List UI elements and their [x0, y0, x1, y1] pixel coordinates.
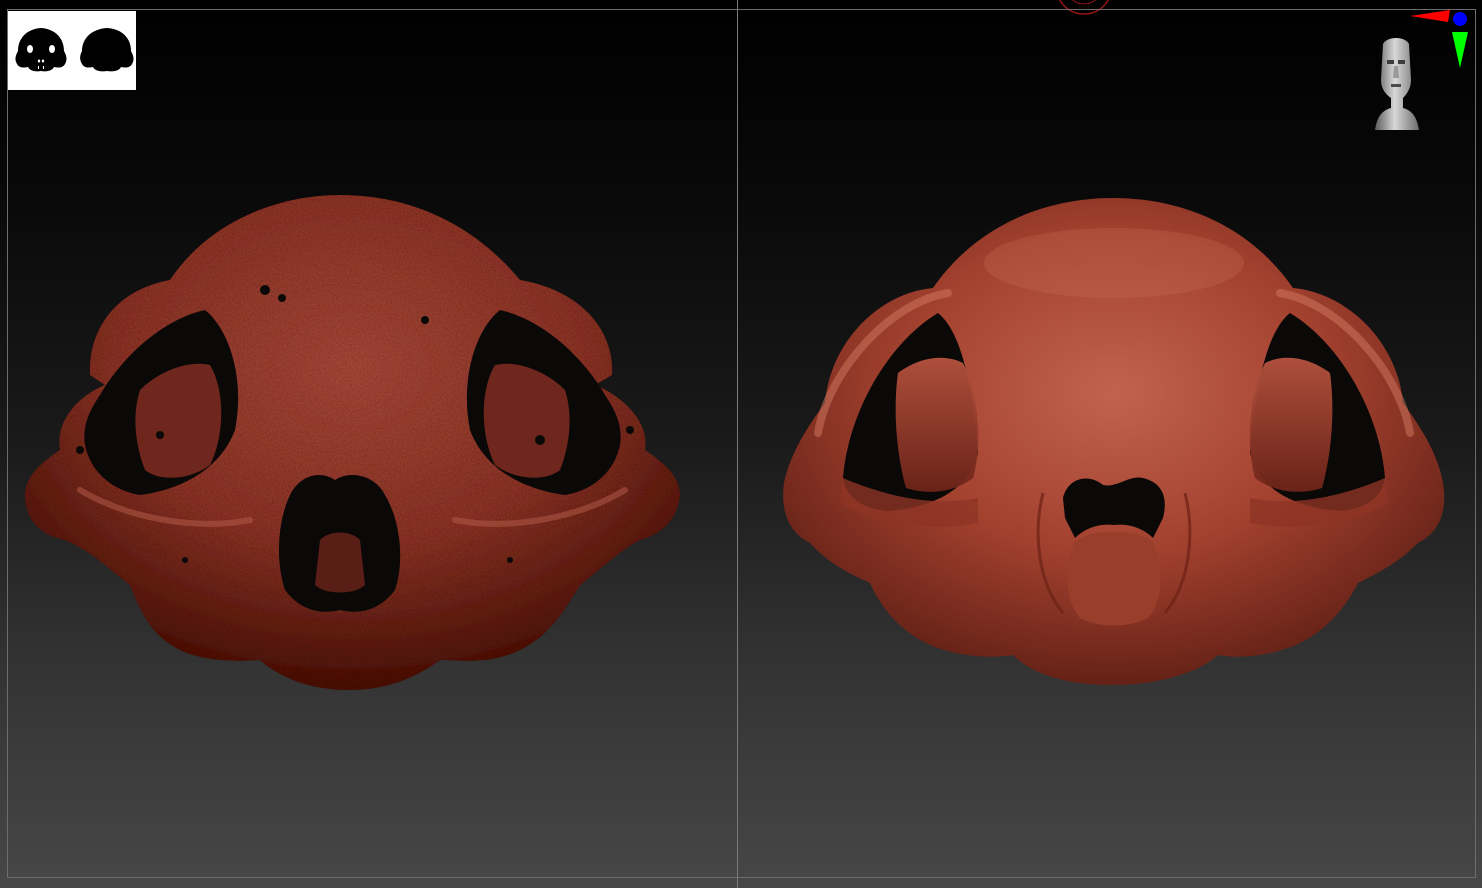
sculpted-skull-model[interactable]: [778, 193, 1450, 688]
floor-marker-icon: [1059, 0, 1109, 15]
z-axis-icon: [1453, 12, 1467, 26]
skull-silhouette-icon: [15, 28, 134, 72]
y-axis-icon: [1452, 32, 1468, 68]
split-screen-divider[interactable]: [737, 0, 738, 888]
x-axis-icon: [1410, 10, 1450, 22]
scanned-skull-model[interactable]: [20, 190, 685, 695]
document-viewport[interactable]: [0, 0, 1482, 888]
axis-gizmo-icon[interactable]: [1408, 6, 1472, 72]
silhouette-thumbnail[interactable]: [8, 11, 136, 90]
